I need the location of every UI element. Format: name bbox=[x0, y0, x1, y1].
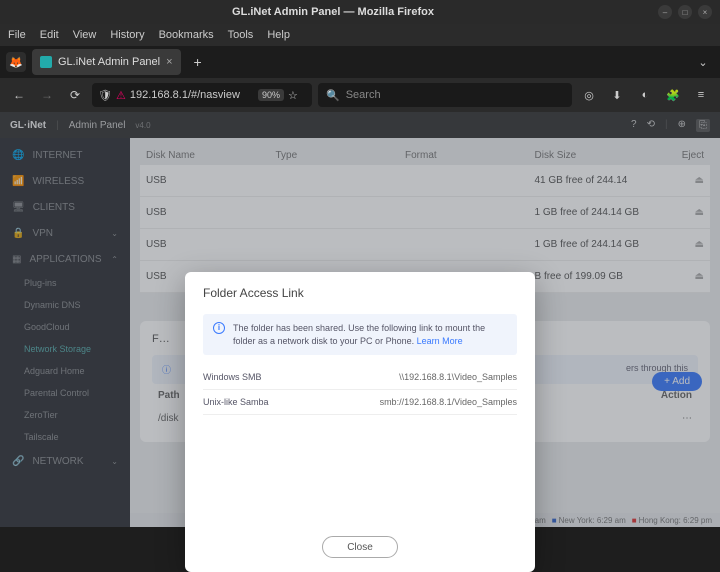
tab-close-icon[interactable]: × bbox=[166, 56, 172, 68]
menubar: File Edit View History Bookmarks Tools H… bbox=[0, 24, 720, 46]
reload-button[interactable]: ⟳ bbox=[64, 84, 86, 106]
extensions-icon[interactable]: 🧩 bbox=[662, 84, 684, 106]
smb-label: Windows SMB bbox=[203, 372, 262, 382]
browser-tab[interactable]: GL.iNet Admin Panel × bbox=[32, 49, 181, 75]
tab-favicon-icon bbox=[40, 56, 52, 68]
modal-title: Folder Access Link bbox=[203, 286, 517, 300]
url-field[interactable]: 🛡 ⚠ 192.168.8.1/#/nasview 90% ☆ bbox=[92, 83, 312, 107]
url-text: 192.168.8.1/#/nasview bbox=[130, 89, 240, 101]
learn-more-link[interactable]: Learn More bbox=[417, 336, 463, 346]
back-button[interactable]: ← bbox=[8, 84, 30, 106]
search-placeholder: Search bbox=[346, 89, 381, 101]
modal-info: i The folder has been shared. Use the fo… bbox=[203, 314, 517, 355]
menu-tools[interactable]: Tools bbox=[228, 29, 254, 41]
urlbar: ← → ⟳ 🛡 ⚠ 192.168.8.1/#/nasview 90% ☆ 🔍 … bbox=[0, 78, 720, 112]
smb-value: \\192.168.8.1\Video_Samples bbox=[399, 372, 517, 382]
folder-access-modal: Folder Access Link i The folder has been… bbox=[185, 272, 535, 572]
smb-row: Windows SMB \\192.168.8.1\Video_Samples bbox=[203, 365, 517, 390]
samba-row: Unix-like Samba smb://192.168.8.1/Video_… bbox=[203, 390, 517, 415]
lock-icon[interactable]: ⚠ bbox=[116, 89, 126, 102]
menu-file[interactable]: File bbox=[8, 29, 26, 41]
downloads-icon[interactable]: ⬇ bbox=[606, 84, 628, 106]
menu-view[interactable]: View bbox=[73, 29, 97, 41]
samba-value: smb://192.168.8.1/Video_Samples bbox=[380, 397, 517, 407]
firefox-icon[interactable]: 🦊 bbox=[6, 52, 26, 72]
account-icon[interactable]: ◐ bbox=[634, 84, 656, 106]
window-close[interactable]: × bbox=[698, 5, 712, 19]
window-maximize[interactable]: □ bbox=[678, 5, 692, 19]
bookmark-star-icon[interactable]: ☆ bbox=[288, 89, 306, 102]
info-icon: i bbox=[213, 322, 225, 334]
shield-icon[interactable]: 🛡 bbox=[98, 89, 112, 102]
window-minimize[interactable]: – bbox=[658, 5, 672, 19]
search-field[interactable]: 🔍 Search bbox=[318, 83, 572, 107]
window-title: GL.iNet Admin Panel — Mozilla Firefox bbox=[8, 6, 658, 18]
pocket-icon[interactable]: ◎ bbox=[578, 84, 600, 106]
samba-label: Unix-like Samba bbox=[203, 397, 269, 407]
page-content: GL·iNet | Admin Panel v4.0 ? ⟲ | ⊕ ⎘ 🌐IN… bbox=[0, 112, 720, 527]
tabbar: 🦊 GL.iNet Admin Panel × + ⌄ bbox=[0, 46, 720, 78]
zoom-badge[interactable]: 90% bbox=[258, 89, 284, 101]
close-button[interactable]: Close bbox=[322, 536, 398, 558]
tabs-dropdown-icon[interactable]: ⌄ bbox=[692, 51, 714, 73]
menu-icon[interactable]: ≡ bbox=[690, 84, 712, 106]
menu-edit[interactable]: Edit bbox=[40, 29, 59, 41]
tab-title: GL.iNet Admin Panel bbox=[58, 56, 160, 68]
menu-history[interactable]: History bbox=[110, 29, 144, 41]
forward-button[interactable]: → bbox=[36, 84, 58, 106]
menu-bookmarks[interactable]: Bookmarks bbox=[159, 29, 214, 41]
new-tab-button[interactable]: + bbox=[187, 51, 209, 73]
window-titlebar: GL.iNet Admin Panel — Mozilla Firefox – … bbox=[0, 0, 720, 24]
search-icon: 🔍 bbox=[326, 89, 340, 102]
menu-help[interactable]: Help bbox=[267, 29, 290, 41]
